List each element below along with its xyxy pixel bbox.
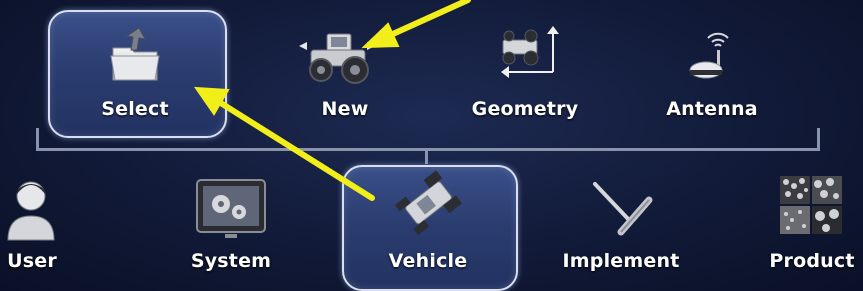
- vehicle-button[interactable]: Vehicle: [358, 170, 498, 285]
- system-button[interactable]: System: [161, 170, 301, 285]
- geometry-label: Geometry: [471, 98, 579, 120]
- implement-button[interactable]: Implement: [551, 170, 691, 285]
- geometry-icon: [501, 26, 559, 78]
- implement-label: Implement: [562, 250, 680, 272]
- product-label: Product: [769, 250, 855, 272]
- antenna-icon: [689, 32, 729, 79]
- system-label: System: [190, 250, 272, 272]
- new-button[interactable]: New: [275, 10, 415, 134]
- product-icon: [780, 176, 842, 234]
- user-icon: [7, 181, 55, 241]
- new-label: New: [321, 98, 369, 120]
- tractor-icon: [299, 33, 375, 84]
- tree-connector-horizontal: [36, 148, 820, 151]
- tree-connector-vertical: [425, 150, 428, 164]
- tree-connector-left: [36, 128, 39, 150]
- geometry-button[interactable]: Geometry: [455, 10, 595, 134]
- implement-icon: [593, 182, 653, 236]
- product-button[interactable]: Product: [742, 170, 863, 285]
- vehicle-icon: [394, 170, 462, 236]
- select-button[interactable]: Select: [65, 10, 205, 134]
- folder-select-icon: [110, 27, 160, 81]
- user-button[interactable]: User: [0, 170, 102, 285]
- user-label: User: [7, 250, 57, 272]
- select-label: Select: [101, 98, 169, 120]
- antenna-label: Antenna: [666, 98, 758, 120]
- vehicle-label: Vehicle: [388, 250, 468, 272]
- tree-connector-right: [817, 128, 820, 150]
- system-icon: [196, 179, 266, 238]
- antenna-button[interactable]: Antenna: [642, 10, 782, 134]
